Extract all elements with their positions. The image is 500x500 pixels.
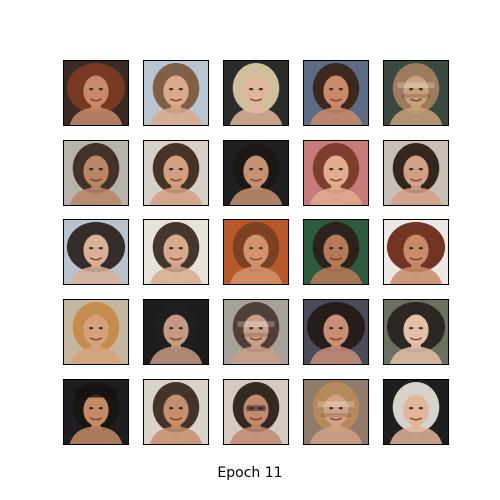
sample-tile xyxy=(63,140,129,206)
sample-tile xyxy=(223,379,289,445)
sample-tile xyxy=(223,140,289,206)
sample-image-grid xyxy=(0,0,500,460)
sample-tile xyxy=(303,299,369,365)
generated-face-image xyxy=(224,61,288,125)
sample-tile xyxy=(383,140,449,206)
generated-face-image xyxy=(144,61,208,125)
generated-face-image xyxy=(64,300,128,364)
sample-tile xyxy=(383,299,449,365)
sample-tile xyxy=(143,299,209,365)
sample-tile xyxy=(383,60,449,126)
generated-face-image xyxy=(304,220,368,284)
generated-face-image xyxy=(304,141,368,205)
generated-face-image xyxy=(144,380,208,444)
generated-face-image xyxy=(64,141,128,205)
sample-tile xyxy=(143,60,209,126)
sample-tile xyxy=(63,219,129,285)
generated-face-image xyxy=(384,141,448,205)
sample-tile xyxy=(383,379,449,445)
sample-tile xyxy=(143,379,209,445)
epoch-caption: Epoch 11 xyxy=(217,465,283,481)
generated-face-image xyxy=(304,61,368,125)
generated-face-image xyxy=(384,61,448,125)
generated-face-image xyxy=(224,220,288,284)
generated-face-image xyxy=(224,380,288,444)
generated-face-image xyxy=(64,220,128,284)
generated-face-image xyxy=(144,141,208,205)
sample-tile xyxy=(63,299,129,365)
generated-face-image xyxy=(144,300,208,364)
generated-face-image xyxy=(64,61,128,125)
generated-face-image xyxy=(384,380,448,444)
generated-face-image xyxy=(304,380,368,444)
sample-tile xyxy=(223,219,289,285)
generated-face-image xyxy=(304,300,368,364)
sample-tile xyxy=(143,140,209,206)
sample-tile xyxy=(223,299,289,365)
sample-tile xyxy=(223,60,289,126)
sample-tile xyxy=(303,379,369,445)
sample-tile xyxy=(303,140,369,206)
sample-tile xyxy=(63,379,129,445)
sample-tile xyxy=(63,60,129,126)
sample-tile xyxy=(303,219,369,285)
generated-face-image xyxy=(224,300,288,364)
generated-face-image xyxy=(224,141,288,205)
generated-face-image xyxy=(384,220,448,284)
generated-face-image xyxy=(384,300,448,364)
sample-tile xyxy=(143,219,209,285)
sample-tile xyxy=(303,60,369,126)
sample-tile xyxy=(383,219,449,285)
generated-face-image xyxy=(64,380,128,444)
generated-face-image xyxy=(144,220,208,284)
